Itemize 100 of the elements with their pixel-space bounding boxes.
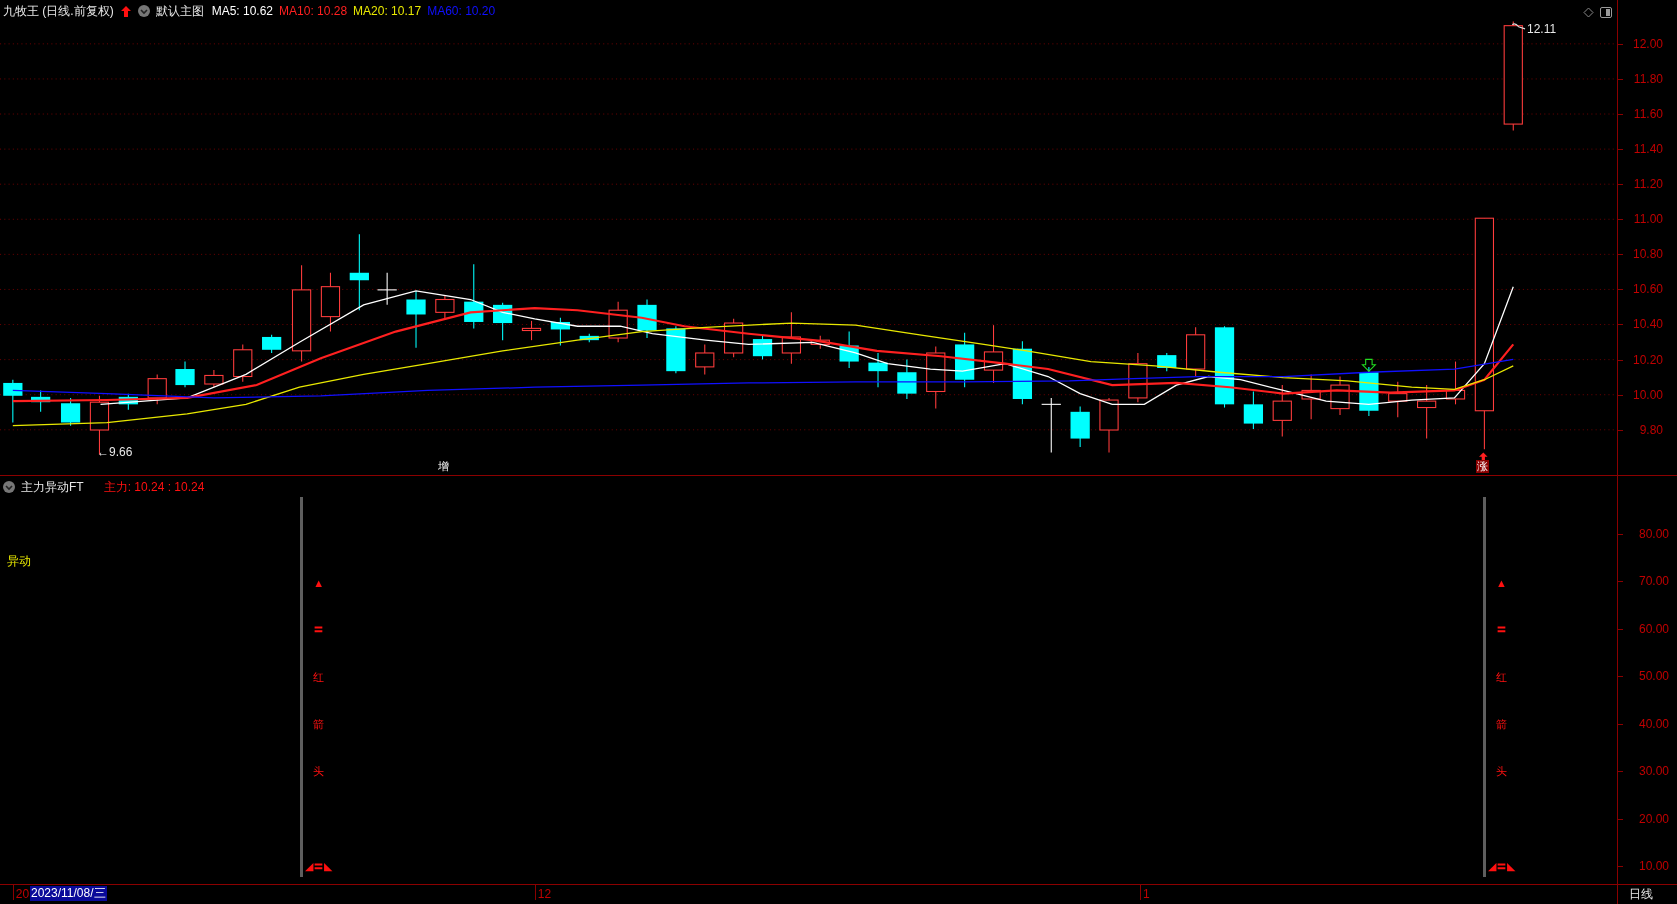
ma-value: MA5: 10.62 (211, 3, 274, 19)
ma-value: MA60: 10.20 (427, 3, 496, 19)
candlestick (204, 369, 224, 388)
panel-toggle-icon[interactable] (1600, 7, 1612, 18)
period-label[interactable]: 日线 (1629, 887, 1653, 901)
date-label: 1 (1143, 887, 1150, 901)
candlestick (1243, 390, 1263, 430)
signal-mark: 箭 (1495, 718, 1507, 732)
signal-mark: 〓 (313, 622, 325, 636)
candlestick (781, 311, 801, 365)
leader-line (1511, 23, 1526, 30)
candlestick (724, 318, 744, 358)
axis-label: 11.80 (1633, 71, 1663, 86)
candlestick (810, 335, 830, 350)
signal-mark: ◢〓◣ (1487, 860, 1515, 874)
cursor-date: 2023/11/08/三 (30, 886, 107, 901)
price-label: ←9.66 (97, 445, 133, 459)
axis-label: 10.60 (1632, 282, 1663, 297)
signal-mark: ◢〓◣ (305, 860, 333, 874)
candlestick (1157, 352, 1177, 372)
signal-mark: ▲ (313, 576, 325, 590)
candlestick (406, 290, 426, 349)
axis-label: 11.20 (1633, 177, 1663, 192)
axis-label: 12.00 (1632, 36, 1663, 51)
candlestick (1186, 326, 1206, 378)
axis-label: 70.00 (1638, 574, 1669, 589)
dropdown-icon[interactable] (3, 481, 15, 493)
candlestick (608, 301, 628, 343)
candlestick (897, 358, 917, 400)
candlestick (752, 335, 773, 360)
axis-label: 11.00 (1633, 212, 1663, 227)
signal-mark: 红 (313, 671, 325, 684)
candlestick (435, 294, 455, 320)
candlestick (31, 389, 51, 413)
axis-label: 9.80 (1639, 422, 1663, 437)
candlestick (464, 263, 484, 329)
candlestick (695, 343, 715, 375)
signal-mark: ▲ (1496, 576, 1507, 590)
signal-tag: 涨 (1476, 460, 1489, 473)
candlestick (175, 361, 195, 388)
candlestick (868, 352, 888, 388)
candlestick (1445, 361, 1466, 405)
ma-value: MA20: 10.17 (353, 3, 422, 19)
axis-label: 50.00 (1638, 669, 1669, 684)
chart-title: 九牧王 (日线.前复权) (3, 3, 114, 19)
indicator-title[interactable]: 主力异动FT (21, 479, 84, 495)
axis-label: 10.20 (1632, 352, 1663, 367)
signal-tag: 增 (437, 460, 450, 473)
candlestick (3, 379, 23, 424)
indicator-value: 主力: 10.24 : 10.24 (103, 479, 205, 495)
candlestick (926, 346, 946, 410)
signal-mark: 〓 (1495, 622, 1507, 636)
candlestick (147, 373, 167, 405)
candlestick (1330, 376, 1350, 416)
up-arrow-icon (119, 4, 132, 18)
axis-label: 60.00 (1638, 621, 1669, 636)
ma-value: MA10: 10.28 (279, 3, 348, 19)
candlestick (233, 343, 253, 383)
axis-label: 10.40 (1632, 317, 1663, 332)
axis-label: 11.40 (1633, 142, 1663, 157)
candlestick (118, 393, 138, 411)
price-label: 12.11 (1527, 22, 1557, 36)
candlestick (839, 331, 859, 369)
axis-label: 10.00 (1632, 387, 1663, 402)
candlestick (1041, 397, 1062, 453)
signal-mark: 头 (1495, 765, 1507, 779)
axis-label: 10.80 (1632, 247, 1663, 262)
axis-label: 40.00 (1638, 716, 1669, 731)
date-label: 12 (537, 887, 552, 901)
candlestick (1417, 384, 1437, 440)
axis-label: 20.00 (1638, 811, 1669, 826)
candlestick (579, 333, 599, 343)
candlestick (1099, 397, 1119, 453)
candlestick (1388, 381, 1408, 418)
candlestick (1070, 405, 1090, 448)
candlestick (955, 332, 975, 388)
candlestick (1301, 373, 1321, 420)
candlestick (637, 298, 657, 339)
candlestick (521, 320, 542, 341)
candlestick (1272, 384, 1292, 437)
axis-label: 30.00 (1638, 764, 1669, 779)
dropdown-icon[interactable] (137, 5, 150, 17)
down-arrow-icon (1361, 358, 1377, 372)
axis-label: 10.00 (1638, 859, 1669, 874)
signal-mark: 箭 (313, 718, 325, 732)
axis-label: 11.60 (1633, 107, 1663, 121)
date-label: 20 (15, 887, 30, 901)
candlestick (1128, 352, 1148, 403)
candlestick (550, 317, 570, 347)
candlestick (320, 272, 341, 333)
candlestick (376, 272, 398, 306)
candlestick (666, 325, 686, 374)
axis-label: 80.00 (1638, 526, 1669, 541)
signal-mark: 头 (313, 765, 325, 779)
candlestick (983, 324, 1004, 384)
template-name[interactable]: 默认主图 (155, 3, 204, 19)
signal-mark: 红 (1495, 671, 1507, 684)
candlestick (493, 302, 513, 341)
candlestick (60, 397, 81, 427)
indicator-label: 异动 (7, 554, 31, 568)
